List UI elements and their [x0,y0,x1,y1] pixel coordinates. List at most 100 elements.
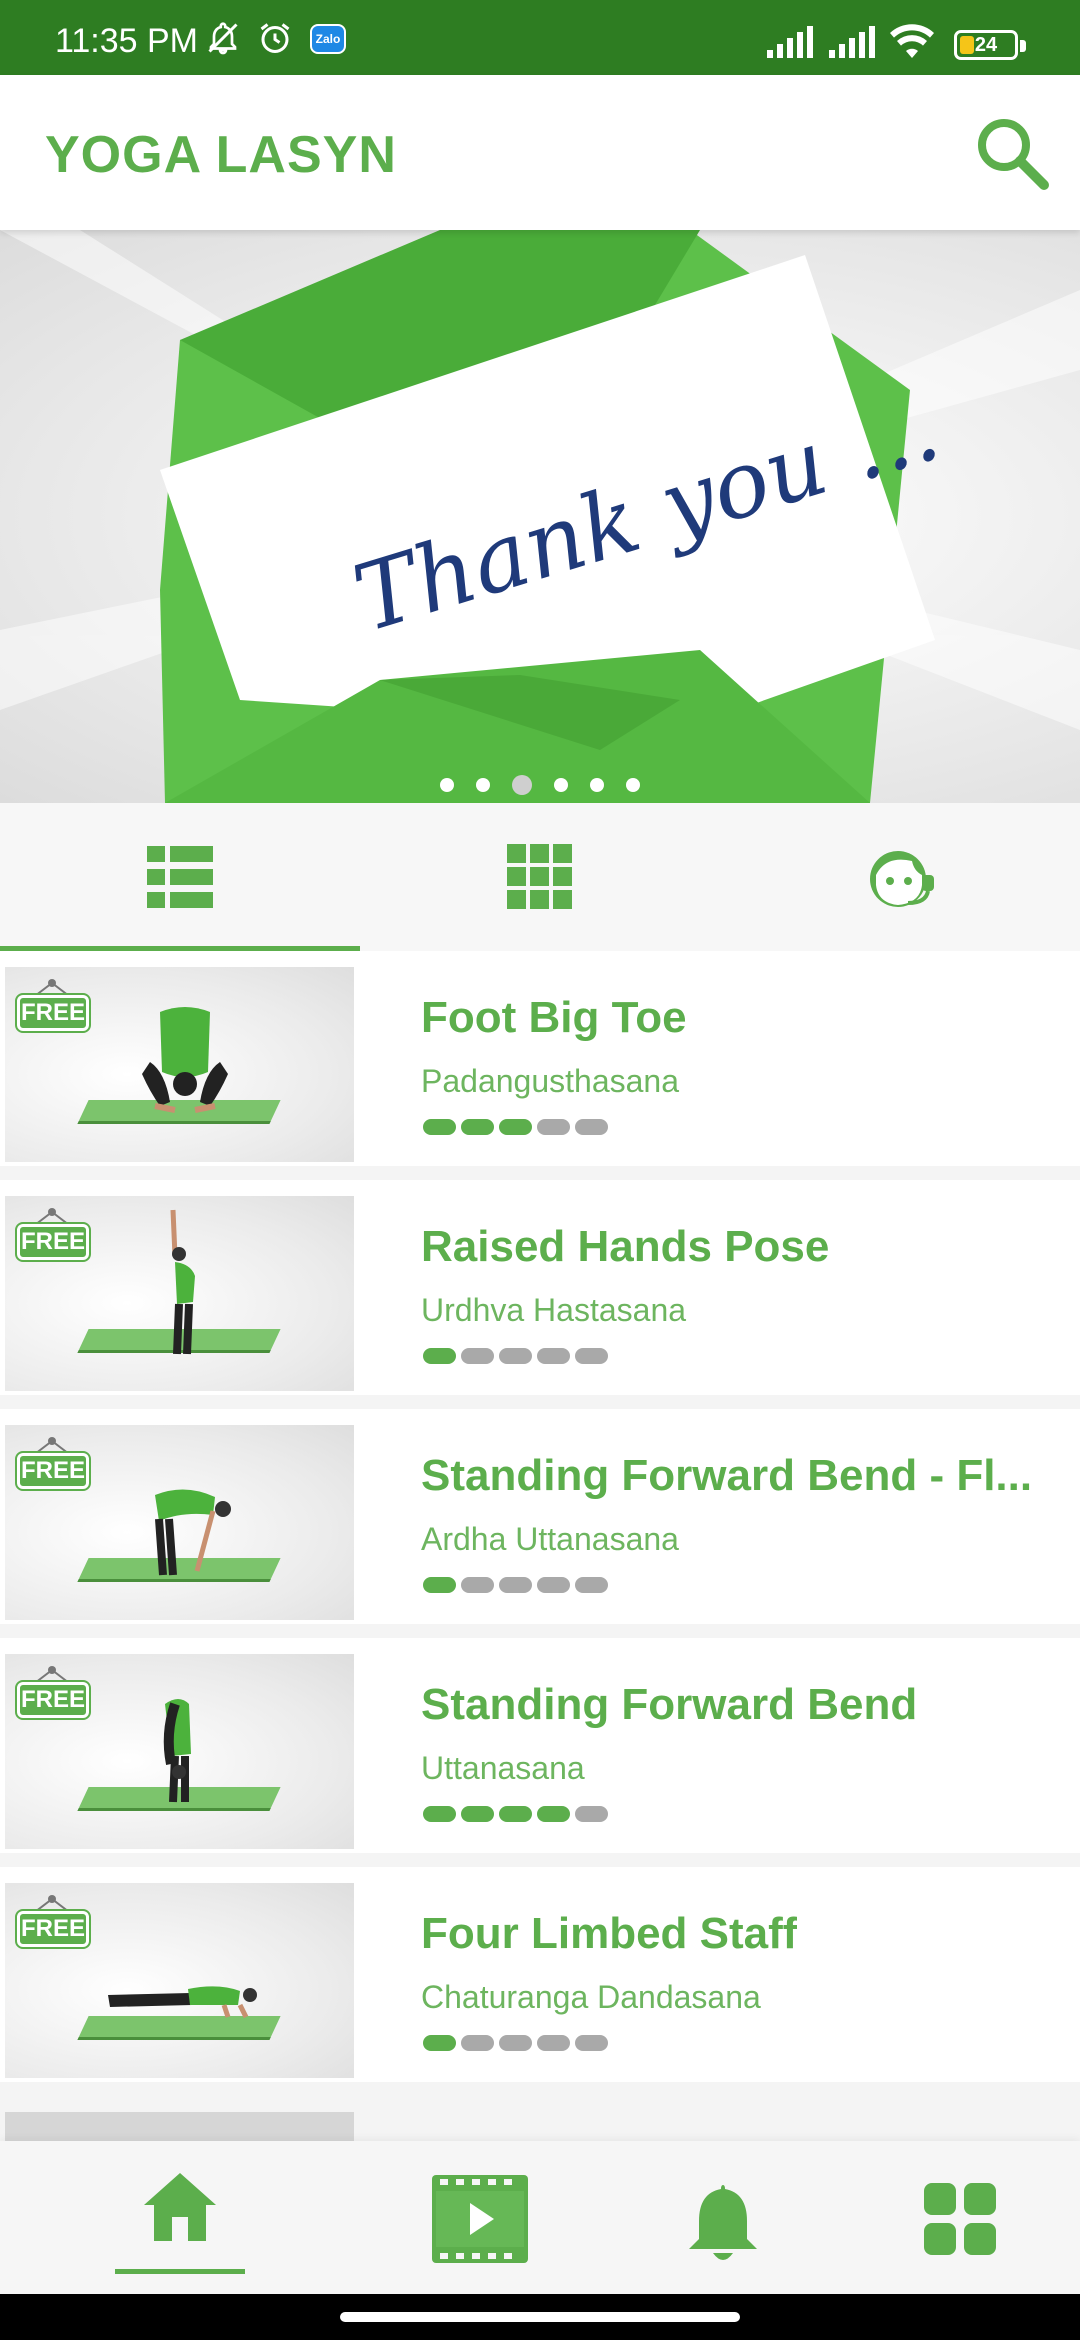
tab-grid-view[interactable] [360,803,720,951]
level-pill-empty [575,2035,608,2051]
pose-figure-image [170,1209,195,1355]
list-item[interactable]: FREE Raised Hands Pose Urdhva Hastasana [0,1180,1080,1395]
promo-banner[interactable]: Thank you ... [0,230,1080,803]
tab-list-view[interactable] [0,803,360,951]
level-pill-empty [575,1119,608,1135]
free-badge: FREE [15,993,91,1033]
status-bar: 11:35 PM Zalo 24 [0,0,1080,75]
level-pill-filled [461,1806,494,1822]
nav-menu[interactable] [905,2181,1015,2291]
pose-sanskrit: Chaturanga Dandasana [421,1979,761,2015]
difficulty-level [423,1577,608,1593]
pose-name: Standing Forward Bend - Fl... [421,1451,1033,1500]
level-pill-filled [461,1119,494,1135]
bottom-navigation [0,2141,1080,2294]
search-icon[interactable] [972,113,1052,193]
level-pill-empty [461,1348,494,1364]
pose-figure-image [163,1699,191,1803]
list-item[interactable]: FREE Foot Big Toe Padangusthasana [0,951,1080,1166]
list-item-partial[interactable] [0,2096,1080,2141]
battery-level: 24 [974,34,998,56]
level-pill-filled [423,2035,456,2051]
level-pill-filled [423,1119,456,1135]
list-item[interactable]: FREE Standing Forward Bend Uttanasana [0,1638,1080,1853]
pose-sanskrit: Ardha Uttanasana [421,1521,679,1557]
pose-figure-image [108,1986,257,2019]
carousel-dot[interactable] [476,778,490,792]
free-badge: FREE [15,1222,91,1262]
level-pill-filled [537,1806,570,1822]
level-pill-empty [537,1348,570,1364]
pose-sanskrit: Urdhva Hastasana [421,1292,687,1328]
pose-name: Standing Forward Bend [421,1680,918,1729]
carousel-dot[interactable] [554,778,568,792]
pose-sanskrit: Uttanasana [421,1750,585,1786]
app-bar: YOGA LASYN [0,75,1080,230]
carousel-dot[interactable] [626,778,640,792]
app-title: YOGA LASYN [45,126,397,184]
grid-view-icon [507,844,572,909]
carousel-dot-active[interactable] [512,775,532,795]
apps-grid-icon [924,2183,996,2255]
pose-thumbnail: FREE [5,1425,354,1620]
app-screen: 11:35 PM Zalo 24 YOGA LASYN Thank you ..… [0,0,1080,2340]
signal-icon [765,24,817,65]
battery-icon: 24 [954,30,1018,60]
home-gesture-handle[interactable] [340,2312,740,2322]
difficulty-level [423,2035,608,2051]
home-icon [144,2173,216,2241]
nav-home[interactable] [115,2171,245,2281]
level-pill-filled [423,1806,456,1822]
support-agent-icon [870,851,934,907]
difficulty-level [423,1806,608,1822]
carousel-dot[interactable] [440,778,454,792]
level-pill-empty [499,1348,532,1364]
list-item[interactable]: FREE Standing Forward Bend - Fl... Ardha… [0,1409,1080,1624]
free-badge: FREE [15,1909,91,1949]
level-pill-empty [499,2035,532,2051]
pose-thumbnail: FREE [5,1883,354,2078]
pose-sanskrit: Padangusthasana [421,1063,679,1099]
level-pill-empty [537,1577,570,1593]
list-view-icon [147,846,213,908]
view-tabs [0,803,1080,951]
difficulty-level [423,1119,608,1135]
level-pill-empty [575,1806,608,1822]
level-pill-empty [537,2035,570,2051]
level-pill-empty [537,1119,570,1135]
carousel-dot[interactable] [590,778,604,792]
level-pill-empty [461,2035,494,2051]
tab-support[interactable] [720,803,1080,951]
level-pill-filled [423,1577,456,1593]
pose-thumbnail: FREE [5,1196,354,1391]
free-badge: FREE [15,1451,91,1491]
pose-name: Foot Big Toe [421,993,687,1042]
pose-figure-image [155,1489,231,1576]
difficulty-level [423,1348,608,1364]
nav-notifications[interactable] [668,2181,778,2291]
list-item[interactable]: FREE Four Limbed Staff Chaturanga Dandas… [0,1867,1080,2082]
mute-bell-icon [205,20,241,61]
pose-list: FREE Foot Big Toe Padangusthasana FREE R… [0,951,1080,2141]
status-time: 11:35 PM [55,22,199,60]
video-icon [432,2175,528,2263]
level-pill-empty [575,1348,608,1364]
signal-icon-2 [827,24,879,65]
alarm-icon [257,20,293,61]
bell-icon [689,2185,757,2260]
system-navigation-bar [0,2294,1080,2340]
level-pill-filled [423,1348,456,1364]
pose-name: Raised Hands Pose [421,1222,830,1271]
pose-figure-image [142,1007,228,1113]
free-badge: FREE [15,1680,91,1720]
level-pill-empty [499,1577,532,1593]
nav-videos[interactable] [425,2171,535,2281]
level-pill-empty [575,1577,608,1593]
zalo-icon: Zalo [310,24,346,54]
level-pill-filled [499,1119,532,1135]
pose-name: Four Limbed Staff [421,1909,798,1958]
pose-thumbnail: FREE [5,1654,354,1849]
pose-thumbnail: FREE [5,967,354,1162]
carousel-indicator [0,775,1080,795]
pose-thumbnail [5,2112,354,2141]
